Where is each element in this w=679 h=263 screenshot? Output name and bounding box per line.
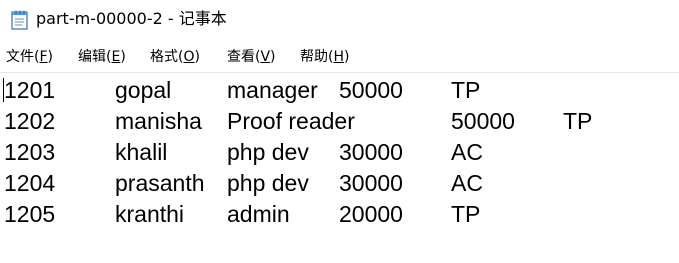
text-line-dept: TP bbox=[451, 201, 481, 227]
menu-format[interactable]: 格式(O) bbox=[149, 44, 201, 70]
text-line-id: 1203 bbox=[4, 139, 56, 165]
text-line-name: kranthi bbox=[115, 201, 185, 227]
text-line: 1205 kranthi admin 20000 TP bbox=[0, 199, 679, 230]
text-line-role: php dev bbox=[227, 170, 309, 196]
notepad-icon bbox=[11, 10, 28, 30]
menu-view-label: 查看( bbox=[227, 49, 261, 65]
text-line-dept: AC bbox=[451, 139, 483, 165]
menu-view[interactable]: 查看(V) bbox=[226, 44, 277, 70]
text-line-salary: 50000 bbox=[451, 108, 515, 134]
menu-help-label-end: ) bbox=[344, 49, 350, 65]
menu-view-label-end: ) bbox=[270, 49, 276, 65]
menu-edit-label-end: ) bbox=[120, 49, 126, 65]
text-line-salary: 20000 bbox=[339, 201, 403, 227]
text-line-dept: TP bbox=[563, 108, 593, 134]
text-line-role: Proof reader bbox=[227, 108, 355, 134]
menu-file-access-key: F bbox=[39, 49, 48, 65]
text-line-salary: 50000 bbox=[339, 77, 403, 103]
text-line-role: php dev bbox=[227, 139, 309, 165]
title-bar[interactable]: part-m-00000-2 - 记事本 bbox=[0, 0, 679, 38]
text-line: 1202 manisha Proof reader 50000 TP bbox=[0, 106, 679, 137]
menu-view-access-key: V bbox=[260, 49, 271, 65]
menu-file[interactable]: 文件(F) bbox=[5, 44, 54, 70]
text-line-salary: 30000 bbox=[339, 170, 403, 196]
menu-help-label: 帮助( bbox=[300, 49, 334, 65]
menu-file-label: 文件( bbox=[6, 49, 40, 65]
text-line: 1201 gopal manager 50000 TP bbox=[0, 75, 679, 106]
menu-file-label-end: ) bbox=[47, 49, 53, 65]
text-line-role: admin bbox=[227, 201, 290, 227]
text-editor-area[interactable]: 1201 gopal manager 50000 TP 1202 manisha… bbox=[0, 73, 679, 263]
menu-format-label: 格式( bbox=[150, 49, 184, 65]
menu-edit[interactable]: 编辑(E) bbox=[77, 44, 127, 70]
menu-edit-access-key: E bbox=[111, 49, 121, 65]
text-line-name: khalil bbox=[115, 139, 168, 165]
text-line-id: 1202 bbox=[4, 108, 56, 134]
text-line-name: gopal bbox=[115, 77, 172, 103]
menu-format-label-end: ) bbox=[194, 49, 200, 65]
text-line-name: manisha bbox=[115, 108, 202, 134]
text-line: 1203 khalil php dev 30000 AC bbox=[0, 137, 679, 168]
text-line-salary: 30000 bbox=[339, 139, 403, 165]
text-line-id: 1201 bbox=[4, 77, 56, 103]
text-line: 1204 prasanth php dev 30000 AC bbox=[0, 168, 679, 199]
window-title: part-m-00000-2 - 记事本 bbox=[36, 9, 227, 28]
text-caret bbox=[3, 78, 4, 102]
text-line-name: prasanth bbox=[115, 170, 205, 196]
text-line-id: 1204 bbox=[4, 170, 56, 196]
menu-edit-label: 编辑( bbox=[78, 49, 112, 65]
text-line-role: manager bbox=[227, 77, 318, 103]
text-line-dept: TP bbox=[451, 77, 481, 103]
text-line-id: 1205 bbox=[4, 201, 56, 227]
menu-format-access-key: O bbox=[183, 49, 195, 65]
menu-help-access-key: H bbox=[333, 49, 344, 65]
menu-bar: 文件(F) 编辑(E) 格式(O) 查看(V) 帮助(H) bbox=[0, 44, 679, 70]
text-line-dept: AC bbox=[451, 170, 483, 196]
menu-help[interactable]: 帮助(H) bbox=[299, 44, 350, 70]
